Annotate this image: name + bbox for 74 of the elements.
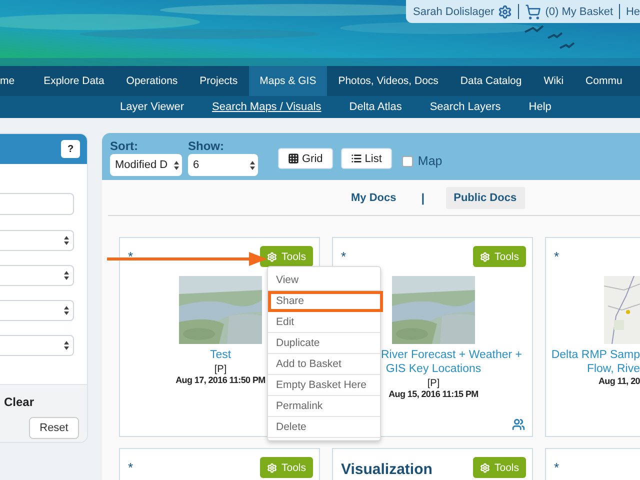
- nav-tab[interactable]: Photos, Videos, Docs: [327, 66, 450, 96]
- settings-icon: [480, 462, 490, 472]
- menu-item[interactable]: Edit: [268, 312, 380, 333]
- subnav-link[interactable]: Help: [514, 96, 566, 118]
- menu-item[interactable]: Permalink: [268, 396, 380, 417]
- subnav-link[interactable]: Layer Viewer: [106, 96, 198, 118]
- select-field[interactable]: [0, 230, 74, 251]
- settings-icon: [267, 252, 278, 262]
- select-arrows-icon: [250, 160, 255, 170]
- document-title-link[interactable]: Test: [210, 348, 232, 362]
- tab-separator: |: [421, 190, 425, 204]
- grid-button[interactable]: Grid: [278, 148, 333, 169]
- subnav-link[interactable]: Delta Atlas: [335, 96, 416, 118]
- date-text: Aug 11, 20: [598, 376, 640, 386]
- select-arrows-icon: [64, 236, 69, 245]
- cart-icon[interactable]: [525, 4, 542, 20]
- marker: *: [128, 248, 134, 264]
- clear-label: Clear: [4, 395, 36, 409]
- tag-text: [P]: [427, 378, 440, 389]
- select-arrows-icon: [64, 271, 69, 280]
- document-title-link[interactable]: Delta RMP Samp: [551, 348, 640, 362]
- nav-tab[interactable]: Commu: [574, 66, 634, 96]
- nav-tab[interactable]: Explore Data: [32, 66, 116, 96]
- menu-item[interactable]: Add to Basket: [268, 354, 380, 375]
- select-field[interactable]: [0, 300, 74, 321]
- show-label: Show:: [188, 139, 225, 153]
- nav-tab[interactable]: Maps & GIS: [248, 66, 328, 96]
- document-title-link[interactable]: GIS Key Locations: [386, 362, 482, 376]
- sort-select[interactable]: Modified D: [110, 154, 182, 176]
- subnav-link[interactable]: Search Layers: [416, 96, 515, 118]
- select-field[interactable]: [0, 335, 74, 356]
- help-button[interactable]: ?: [61, 140, 80, 158]
- menu-item[interactable]: Duplicate: [268, 333, 380, 354]
- select-field[interactable]: [0, 265, 74, 286]
- card-heading: Visualization: [341, 460, 432, 478]
- basket-link[interactable]: (0) My Basket: [545, 6, 614, 18]
- input-field[interactable]: [0, 193, 74, 215]
- marker: *: [554, 248, 560, 264]
- list-icon: [350, 153, 362, 164]
- menu-item[interactable]: Delete: [268, 417, 380, 438]
- settings-icon: [480, 252, 490, 262]
- grid-icon: [288, 153, 299, 164]
- nav-tab[interactable]: Operations: [115, 66, 189, 96]
- settings-icon: [267, 462, 278, 472]
- nav-tab[interactable]: Wiki: [532, 66, 575, 96]
- sort-label: Sort:: [110, 139, 139, 153]
- menu-item[interactable]: Share: [268, 291, 383, 312]
- date-text: Aug 17, 2016 11:50 PM: [176, 375, 266, 385]
- select-arrows-icon: [64, 306, 69, 315]
- document-title-link[interactable]: River Forecast + Weather +: [380, 348, 522, 362]
- subnav-link[interactable]: Search Maps / Visuals: [198, 96, 336, 118]
- settings-icon[interactable]: [498, 4, 512, 18]
- header-help-link[interactable]: He: [626, 6, 640, 18]
- select-arrows-icon: [64, 341, 69, 350]
- nav-tab[interactable]: Data Catalog: [449, 66, 533, 96]
- document-title-link[interactable]: Flow, Rive: [586, 362, 640, 376]
- tag-text: [P]: [214, 364, 227, 375]
- menu-item[interactable]: Empty Basket Here: [268, 375, 380, 396]
- nav-tab[interactable]: me: [0, 66, 33, 96]
- doc-tab[interactable]: My Docs: [343, 186, 404, 208]
- map-label: Map: [418, 154, 442, 168]
- marker: *: [341, 248, 346, 264]
- user-name[interactable]: Sarah Dolislager: [413, 6, 494, 18]
- map-checkbox[interactable]: [402, 156, 413, 166]
- menu-item[interactable]: View: [268, 270, 380, 291]
- list-button[interactable]: List: [340, 148, 392, 169]
- reset-button[interactable]: Reset: [29, 417, 79, 439]
- show-select[interactable]: 6: [188, 154, 258, 176]
- doc-tab[interactable]: Public Docs: [446, 186, 525, 208]
- nav-tab[interactable]: Projects: [188, 66, 249, 96]
- marker: *: [554, 459, 560, 475]
- select-arrows-icon: [174, 160, 179, 170]
- marker: *: [128, 459, 134, 475]
- date-text: Aug 15, 2016 11:15 PM: [388, 389, 478, 399]
